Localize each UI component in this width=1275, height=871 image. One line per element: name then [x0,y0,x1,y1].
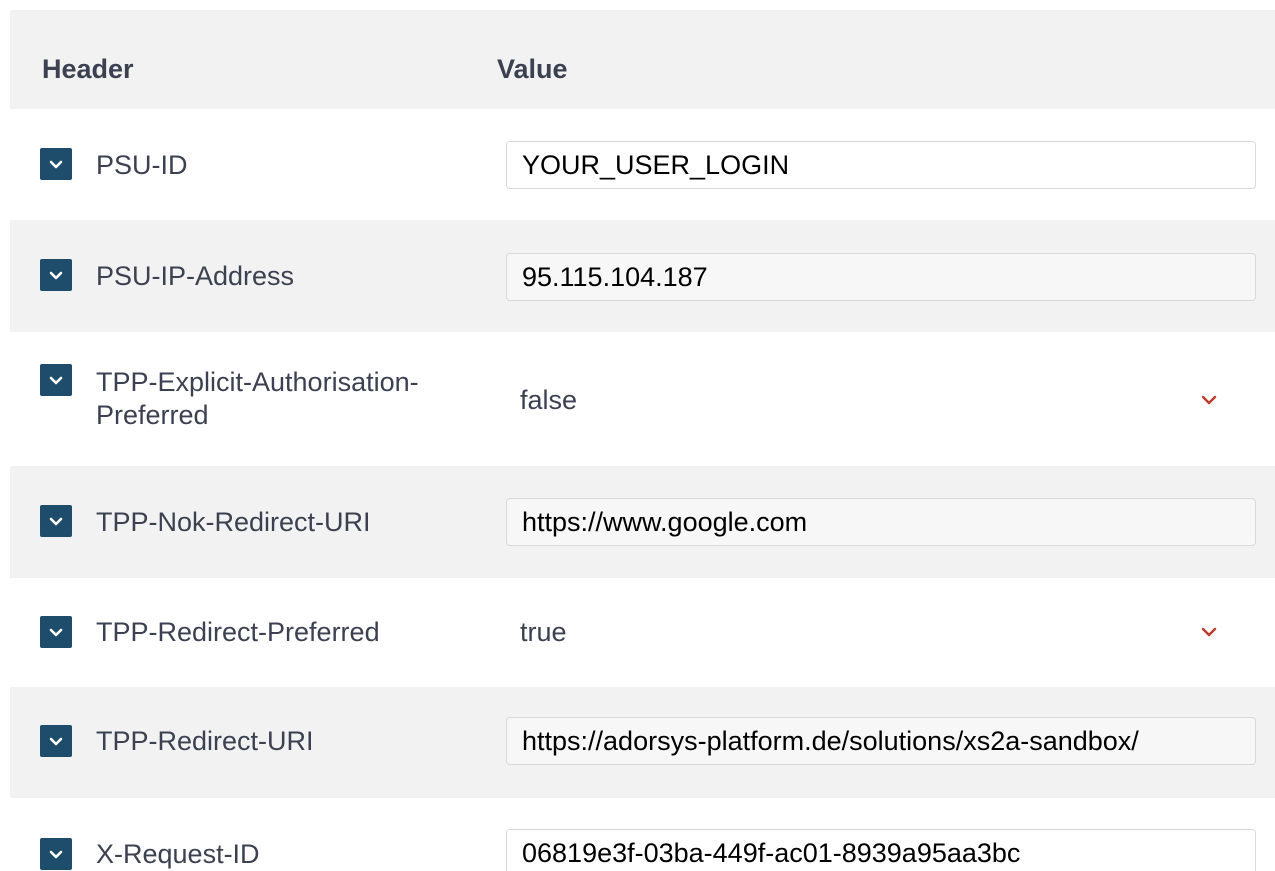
psu-id-checkbox[interactable] [40,148,72,180]
check-icon [49,376,63,385]
column-header-value: Value [497,54,568,84]
header-name-psu-ip-address: PSU-IP-Address [96,261,295,291]
header-name-x-request-id: X-Request-ID [96,839,260,869]
table-row-tpp-redirect-preferred: TPP-Redirect-Preferred true [10,578,1275,687]
check-icon [49,160,63,169]
psu-ip-address-checkbox[interactable] [40,259,72,291]
tpp-redirect-uri-checkbox[interactable] [40,725,72,757]
header-name-tpp-explicit-authorisation-preferred: TPP-Explicit-Authorisation- Preferred [96,366,419,432]
tpp-explicit-authorisation-preferred-checkbox[interactable] [40,364,72,396]
tpp-nok-redirect-uri-checkbox[interactable] [40,505,72,537]
table-row-tpp-redirect-uri: TPP-Redirect-URI [10,687,1275,798]
header-name-line-1: TPP-Explicit-Authorisation- [96,367,419,397]
header-name-line-2: Preferred [96,400,209,430]
x-request-id-input[interactable] [506,829,1256,871]
tpp-redirect-preferred-checkbox[interactable] [40,616,72,648]
chevron-down-icon [1199,625,1219,639]
tpp-explicit-authorisation-preferred-select[interactable]: false [506,377,1256,425]
table-row-tpp-nok-redirect-uri: TPP-Nok-Redirect-URI [10,466,1275,578]
table-row-x-request-id: X-Request-ID [10,798,1275,871]
request-headers-table: Header Value PSU-ID PSU-IP-Address TPP-E… [0,0,1275,871]
table-row-tpp-explicit-authorisation-preferred: TPP-Explicit-Authorisation- Preferred fa… [10,332,1275,466]
tpp-nok-redirect-uri-input[interactable] [506,498,1256,546]
header-name-tpp-nok-redirect-uri: TPP-Nok-Redirect-URI [96,507,371,537]
check-icon [49,628,63,637]
header-name-psu-id: PSU-ID [96,150,188,180]
table-row-psu-ip-address: PSU-IP-Address [10,220,1275,332]
tpp-redirect-uri-input[interactable] [506,717,1256,765]
check-icon [49,850,63,859]
psu-id-input[interactable] [506,141,1256,189]
check-icon [49,271,63,280]
check-icon [49,517,63,526]
tpp-redirect-preferred-select[interactable]: true [506,609,1256,657]
column-header-header: Header [42,54,134,84]
chevron-down-icon [1199,393,1219,407]
table-row-psu-id: PSU-ID [10,109,1275,220]
check-icon [49,737,63,746]
header-name-tpp-redirect-uri: TPP-Redirect-URI [96,726,314,756]
select-value: true [520,617,567,647]
select-value: false [520,385,578,415]
psu-ip-address-input[interactable] [506,253,1256,301]
header-name-tpp-redirect-preferred: TPP-Redirect-Preferred [96,617,380,647]
table-header-row: Header Value [10,10,1275,109]
x-request-id-checkbox[interactable] [40,838,72,870]
